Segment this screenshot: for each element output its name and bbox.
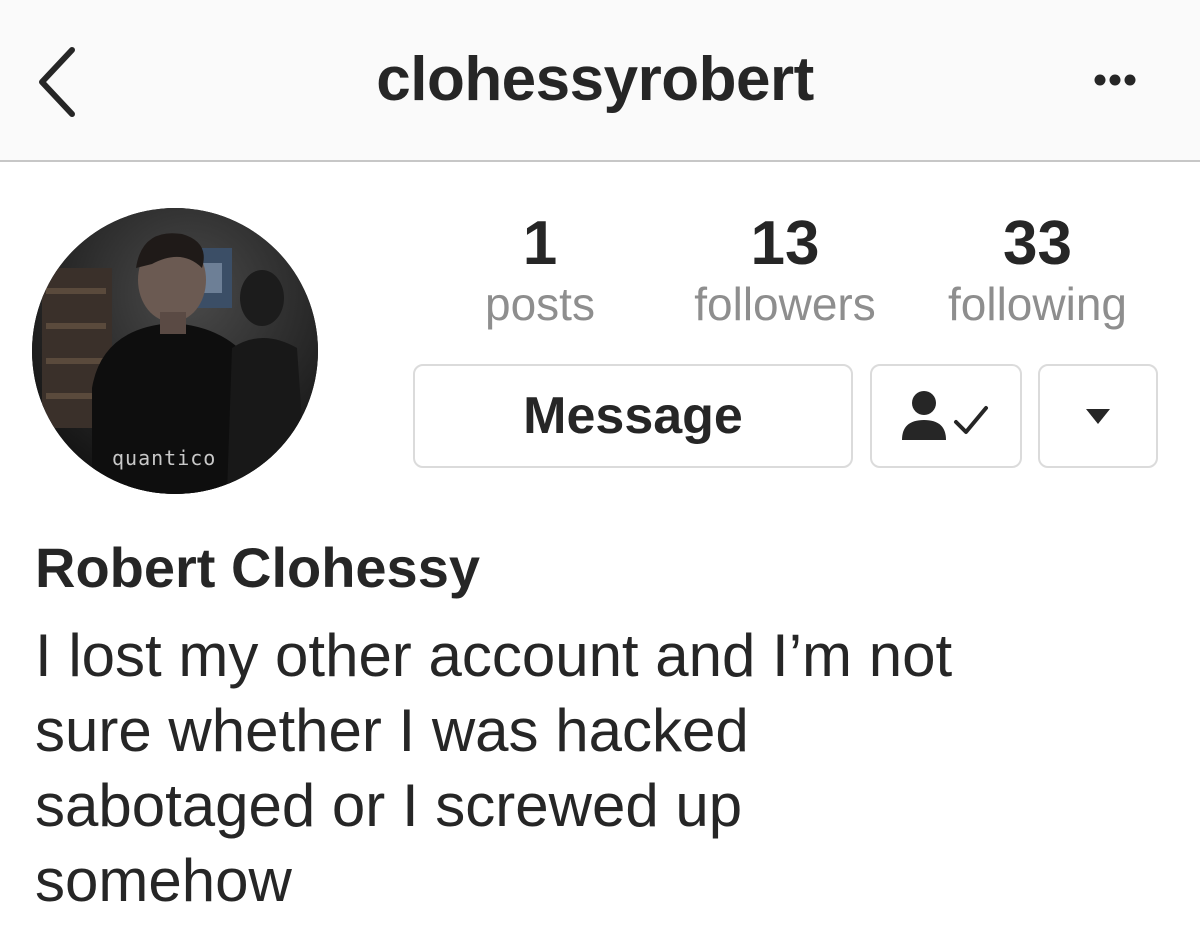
following-label: following	[948, 278, 1127, 330]
posts-count[interactable]: 1 posts	[440, 212, 640, 332]
following-count[interactable]: 33 following	[915, 212, 1160, 332]
person-check-icon	[902, 391, 988, 440]
followers-count[interactable]: 13 followers	[660, 212, 910, 332]
message-button[interactable]: Message	[413, 364, 853, 468]
following-status-button[interactable]	[870, 364, 1022, 468]
more-options-button[interactable]	[1080, 60, 1150, 100]
profile-username: clohessyrobert	[376, 45, 814, 114]
bio-line: sure whether I was hacked	[35, 697, 749, 764]
caret-down-icon	[1086, 409, 1110, 424]
bio-line: sabotaged or I screwed up	[35, 772, 743, 839]
top-nav-bar: clohessyrobert	[0, 0, 1200, 162]
followers-label: followers	[694, 278, 876, 330]
posts-label: posts	[485, 278, 595, 330]
profile-full-name: Robert Clohessy	[35, 536, 480, 599]
bio-line: somehow	[35, 847, 292, 914]
bio-line: I lost my other account and I’m not	[35, 622, 953, 689]
profile-bio: I lost my other account and I’m not sure…	[35, 618, 1165, 918]
suggestions-dropdown-button[interactable]	[1038, 364, 1158, 468]
followers-number: 13	[750, 209, 820, 278]
avatar-watermark: quantico	[112, 446, 217, 470]
ellipsis-icon	[1094, 74, 1136, 86]
avatar[interactable]: quantico	[32, 208, 318, 494]
posts-number: 1	[522, 209, 558, 278]
following-number: 33	[1003, 209, 1072, 278]
